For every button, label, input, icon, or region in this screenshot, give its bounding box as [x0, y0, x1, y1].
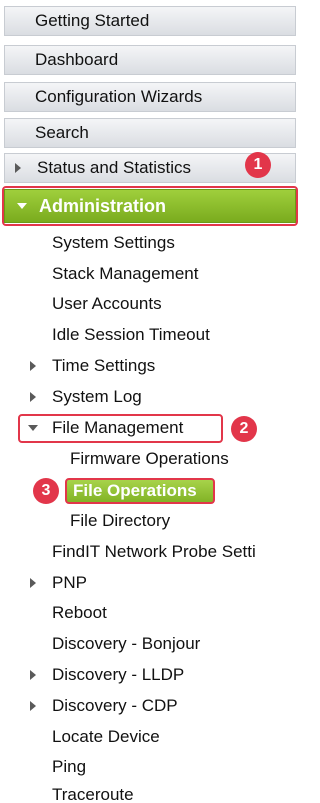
expand-arrow-icon[interactable]	[30, 578, 36, 588]
nav-file-operations[interactable]: File Operations	[65, 478, 215, 504]
nav-system-log[interactable]: System Log	[52, 386, 142, 408]
collapse-arrow-icon[interactable]	[28, 425, 38, 431]
nav-file-management[interactable]: File Management	[52, 417, 183, 439]
nav-firmware-operations[interactable]: Firmware Operations	[70, 448, 229, 470]
expand-arrow-icon[interactable]	[30, 392, 36, 402]
expand-arrow-icon[interactable]	[30, 670, 36, 680]
nav-getting-started[interactable]: Getting Started	[4, 6, 296, 36]
nav-administration[interactable]: Administration	[4, 189, 296, 223]
nav-search[interactable]: Search	[4, 118, 296, 148]
nav-traceroute[interactable]: Traceroute	[52, 784, 134, 803]
nav-locate-device[interactable]: Locate Device	[52, 726, 160, 748]
nav-user-accounts[interactable]: User Accounts	[52, 293, 162, 315]
nav-system-settings[interactable]: System Settings	[52, 232, 175, 254]
nav-dashboard[interactable]: Dashboard	[4, 45, 296, 75]
step-1-badge: 1	[245, 152, 271, 178]
nav-stack-management[interactable]: Stack Management	[52, 263, 198, 285]
step-3-badge: 3	[33, 478, 59, 504]
nav-file-directory[interactable]: File Directory	[70, 510, 170, 532]
nav-reboot[interactable]: Reboot	[52, 602, 107, 624]
nav-pnp[interactable]: PNP	[52, 572, 87, 594]
expand-arrow-icon	[15, 163, 21, 173]
expand-arrow-icon[interactable]	[30, 701, 36, 711]
nav-discovery-bonjour[interactable]: Discovery - Bonjour	[52, 633, 200, 655]
navigation-sidebar: Getting Started Dashboard Configuration …	[0, 0, 301, 803]
step-2-badge: 2	[231, 416, 257, 442]
nav-ping[interactable]: Ping	[52, 756, 86, 778]
nav-time-settings[interactable]: Time Settings	[52, 355, 155, 377]
expand-arrow-icon[interactable]	[30, 361, 36, 371]
nav-discovery-lldp[interactable]: Discovery - LLDP	[52, 664, 184, 686]
nav-discovery-cdp[interactable]: Discovery - CDP	[52, 695, 178, 717]
collapse-arrow-icon	[17, 203, 27, 209]
nav-administration-label: Administration	[39, 196, 167, 216]
nav-status-and-statistics-label: Status and Statistics	[37, 158, 192, 177]
nav-configuration-wizards[interactable]: Configuration Wizards	[4, 82, 296, 112]
nav-idle-session-timeout[interactable]: Idle Session Timeout	[52, 324, 210, 346]
nav-findit-network-probe-settings[interactable]: FindIT Network Probe Setti	[52, 541, 256, 563]
